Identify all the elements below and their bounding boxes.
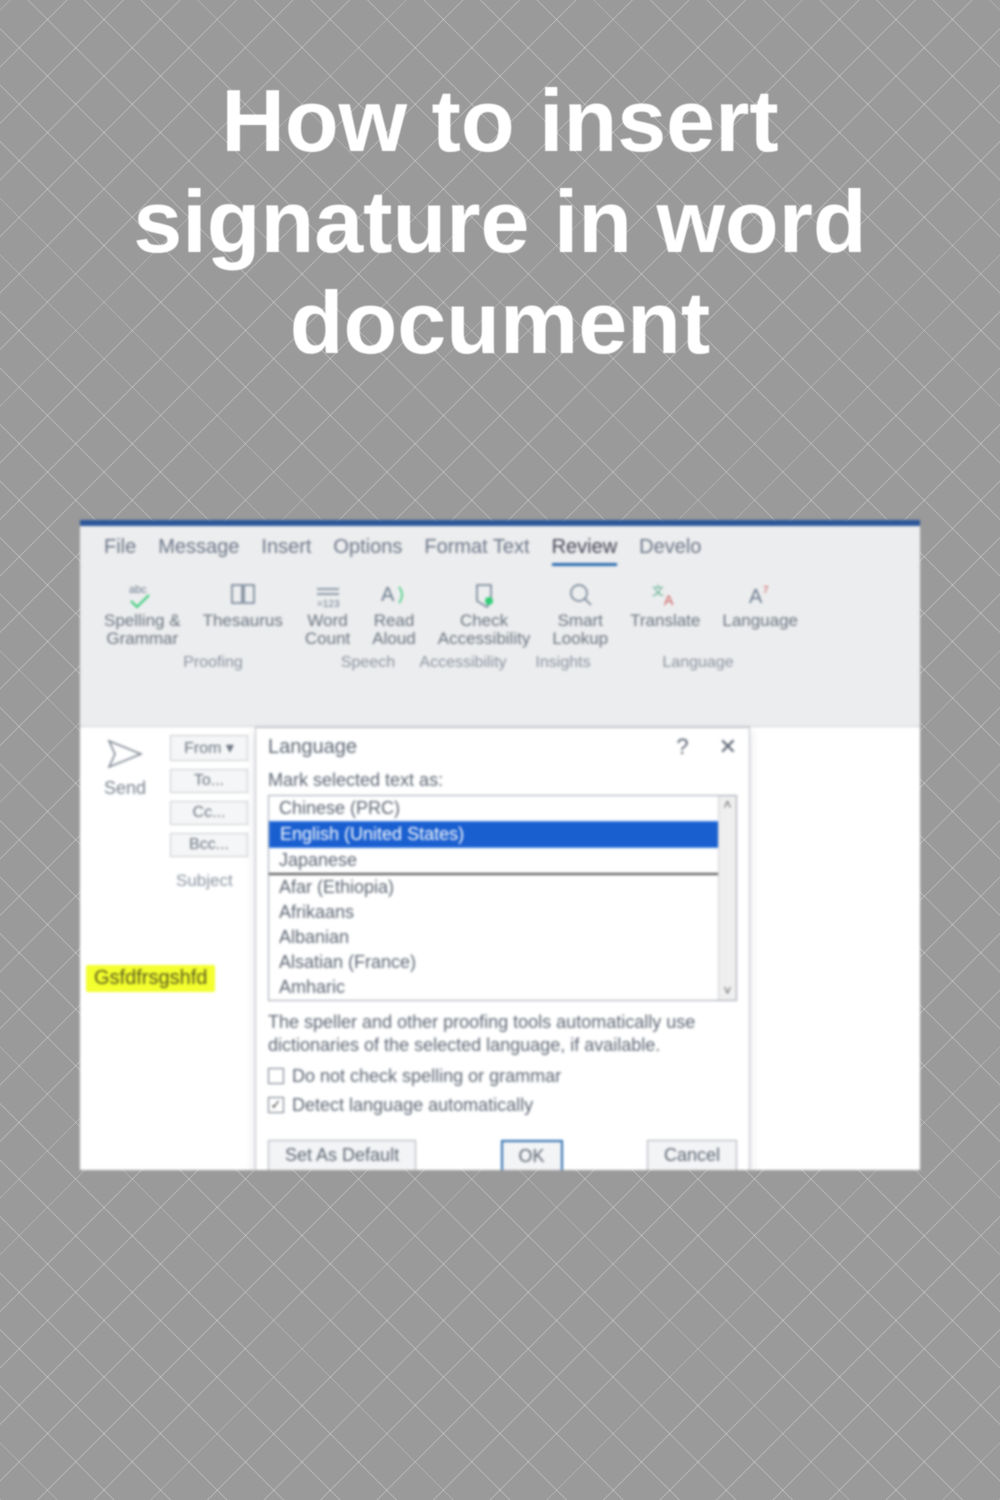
accessibility-icon xyxy=(467,580,501,610)
checkbox-detect-language[interactable]: ✓ xyxy=(268,1097,284,1113)
set-default-button[interactable]: Set As Default xyxy=(268,1140,416,1170)
ribbon-smart-lookup[interactable]: Smart Lookup xyxy=(546,576,614,652)
ribbon-group-names: Proofing Speech Accessibility Insights L… xyxy=(80,652,920,678)
svg-text:A: A xyxy=(381,584,395,606)
lookup-icon xyxy=(563,580,597,610)
scroll-up-icon[interactable]: ˄ xyxy=(719,796,736,814)
tab-file[interactable]: File xyxy=(104,536,136,566)
list-item[interactable]: Afrikaans xyxy=(269,900,736,925)
group-speech: Speech xyxy=(328,654,408,672)
ribbon-label: Word Count xyxy=(305,612,350,648)
svg-text:文: 文 xyxy=(652,583,664,598)
tab-review[interactable]: Review xyxy=(552,536,618,566)
svg-text:abc: abc xyxy=(129,584,147,596)
help-icon[interactable]: ? xyxy=(676,734,688,760)
recipient-fields: From ▾ To... Cc... Bcc... Subject xyxy=(170,735,248,891)
word-count-icon: =123 xyxy=(311,580,345,610)
list-item[interactable]: Alsatian (France) xyxy=(269,950,736,975)
scrollbar[interactable]: ˄ ˅ xyxy=(718,796,736,1000)
to-button[interactable]: To... xyxy=(170,769,248,793)
svg-text:A: A xyxy=(749,586,763,608)
dialog-title: Language xyxy=(268,736,357,759)
read-aloud-icon: A xyxy=(377,580,411,610)
language-icon: A7 xyxy=(743,580,777,610)
compose-area: Send From ▾ To... Cc... Bcc... Subject G… xyxy=(80,726,920,1170)
ribbon-tabs: File Message Insert Options Format Text … xyxy=(80,526,920,572)
highlighted-body-text[interactable]: Gsfdfrsgshfd xyxy=(86,965,215,992)
ribbon-language[interactable]: A7 Language xyxy=(716,576,804,652)
ribbon-label: Translate xyxy=(630,612,700,630)
checkbox-label: Do not check spelling or grammar xyxy=(292,1066,561,1087)
scroll-down-icon[interactable]: ˅ xyxy=(719,982,736,1000)
ribbon-accessibility[interactable]: Check Accessibility xyxy=(432,576,537,652)
cancel-button[interactable]: Cancel xyxy=(647,1140,737,1170)
tab-format-text[interactable]: Format Text xyxy=(424,536,529,566)
list-item[interactable]: Afar (Ethiopia) xyxy=(269,875,736,900)
abc-check-icon: abc xyxy=(125,580,159,610)
bcc-button[interactable]: Bcc... xyxy=(170,833,248,857)
tab-message[interactable]: Message xyxy=(158,536,239,566)
send-label: Send xyxy=(90,778,160,799)
ribbon-label: Read Aloud xyxy=(372,612,415,648)
ribbon-label: Spelling & Grammar xyxy=(104,612,181,648)
ribbon: abc Spelling & Grammar Thesaurus =123 Wo… xyxy=(80,572,920,652)
subject-label: Subject xyxy=(176,871,248,891)
page-title: How to insert signature in word document xyxy=(50,70,950,374)
ribbon-label: Smart Lookup xyxy=(552,612,608,648)
ribbon-label: Thesaurus xyxy=(203,612,283,630)
send-button[interactable]: Send xyxy=(90,737,160,799)
language-dialog: Language ? ✕ Mark selected text as: Chin… xyxy=(255,727,750,1170)
ribbon-read-aloud[interactable]: A Read Aloud xyxy=(366,576,421,652)
dialog-note: The speller and other proofing tools aut… xyxy=(268,1011,737,1058)
from-button[interactable]: From ▾ xyxy=(170,735,248,761)
close-icon[interactable]: ✕ xyxy=(719,734,737,760)
send-icon xyxy=(105,737,145,771)
cc-button[interactable]: Cc... xyxy=(170,801,248,825)
ribbon-label: Check Accessibility xyxy=(438,612,531,648)
checkbox-no-spellcheck[interactable] xyxy=(268,1068,284,1084)
ribbon-spelling[interactable]: abc Spelling & Grammar xyxy=(98,576,187,652)
svg-text:A: A xyxy=(664,592,674,608)
list-item[interactable]: Amharic xyxy=(269,975,736,1000)
ribbon-word-count[interactable]: =123 Word Count xyxy=(299,576,356,652)
translate-icon: 文A xyxy=(648,580,682,610)
list-item[interactable]: Albanian xyxy=(269,925,736,950)
ok-button[interactable]: OK xyxy=(501,1140,563,1170)
tab-insert[interactable]: Insert xyxy=(261,536,311,566)
checkbox-label: Detect language automatically xyxy=(292,1095,533,1116)
word-window: File Message Insert Options Format Text … xyxy=(80,520,920,1170)
group-insights: Insights xyxy=(518,654,608,672)
group-proofing: Proofing xyxy=(98,654,328,672)
tab-developer[interactable]: Develo xyxy=(639,536,701,566)
svg-text:=123: =123 xyxy=(317,599,340,609)
list-item[interactable]: Japanese xyxy=(269,848,736,875)
ribbon-thesaurus[interactable]: Thesaurus xyxy=(197,576,289,652)
tab-options[interactable]: Options xyxy=(333,536,402,566)
mark-label: Mark selected text as: xyxy=(268,770,737,791)
list-item[interactable]: Chinese (PRC) xyxy=(269,796,736,821)
ribbon-translate[interactable]: 文A Translate xyxy=(624,576,706,652)
group-language: Language xyxy=(608,654,788,672)
language-listbox[interactable]: Chinese (PRC) English (United States) Ja… xyxy=(268,795,737,1001)
book-icon xyxy=(226,580,260,610)
svg-text:7: 7 xyxy=(763,585,769,596)
ribbon-label: Language xyxy=(722,612,798,630)
list-item-selected[interactable]: English (United States) xyxy=(269,821,736,848)
group-accessibility: Accessibility xyxy=(408,654,518,672)
